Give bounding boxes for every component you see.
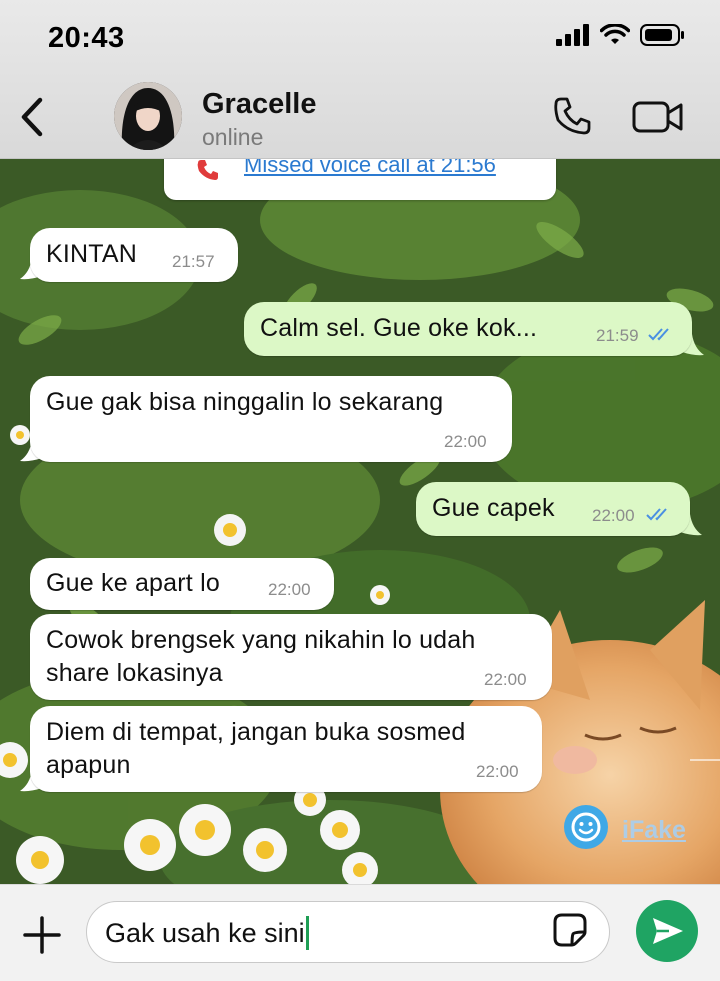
smiley-icon (564, 805, 608, 849)
message-time: 22:00 (268, 580, 311, 599)
message-text-line: share lokasinya (46, 659, 223, 687)
message-text: Gue ke apart lo (46, 569, 220, 597)
message-time: 22:00 (476, 762, 519, 781)
message-time: 21:57 (172, 252, 215, 271)
message-text: KINTAN (46, 240, 138, 268)
plus-icon[interactable] (22, 915, 62, 955)
read-receipt-icon (646, 508, 667, 521)
composer-bar: Gak usah ke sini (0, 884, 720, 981)
call-icon[interactable] (552, 96, 592, 136)
message-time: 22:00 (592, 506, 635, 525)
message-text: Gue capek (432, 494, 555, 522)
missed-call-icon (197, 160, 218, 180)
message-time: 22:00 (444, 432, 487, 451)
avatar[interactable] (114, 82, 182, 150)
contact-name[interactable]: Gracelle (202, 88, 316, 121)
signal-icon (556, 24, 589, 46)
wifi-icon (600, 24, 630, 44)
message-text-line: Diem di tempat, jangan buka sosmed (46, 718, 466, 746)
watermark-text: iFake (622, 816, 686, 844)
message-text-line: Cowok brengsek yang nikahin lo udah (46, 626, 476, 654)
message-bubble-incoming[interactable]: Gue ke apart lo 22:00 (30, 558, 334, 610)
message-time: 21:59 (596, 326, 639, 345)
smiley-face (571, 812, 601, 842)
text-caret (305, 916, 309, 950)
avatar-image (114, 82, 182, 150)
message-time: 22:00 (484, 670, 527, 689)
message-input[interactable]: Gak usah ke sini (86, 901, 610, 963)
message-input-value: Gak usah ke sini (105, 918, 305, 948)
message-text: Gue gak bisa ninggalin lo sekarang (46, 388, 444, 416)
chat-header: 20:43 Gracelle online (0, 0, 720, 159)
message-bubble-outgoing[interactable]: Gue capek 22:00 (416, 482, 690, 536)
message-text: Calm sel. Gue oke kok... (260, 314, 538, 342)
message-bubble-outgoing[interactable]: Calm sel. Gue oke kok... 21:59 (244, 302, 692, 356)
message-bubble-incoming[interactable]: KINTAN 21:57 (30, 228, 238, 282)
video-icon[interactable] (632, 100, 684, 134)
back-icon[interactable] (16, 96, 46, 138)
message-bubble-incoming[interactable]: Gue gak bisa ninggalin lo sekarang 22:00 (30, 376, 512, 462)
status-bar-time: 20:43 (48, 22, 125, 54)
send-icon (653, 918, 683, 944)
message-bubble-incoming[interactable]: Diem di tempat, jangan buka sosmed apapu… (30, 706, 542, 792)
sticker-icon[interactable] (552, 912, 588, 948)
contact-status: online (202, 124, 264, 150)
message-text-line: apapun (46, 751, 131, 779)
send-button[interactable] (636, 900, 698, 962)
message-bubble-incoming[interactable]: Cowok brengsek yang nikahin lo udah shar… (30, 614, 552, 700)
status-icons (556, 24, 686, 46)
read-receipt-icon (648, 328, 669, 341)
battery-icon (640, 24, 684, 46)
